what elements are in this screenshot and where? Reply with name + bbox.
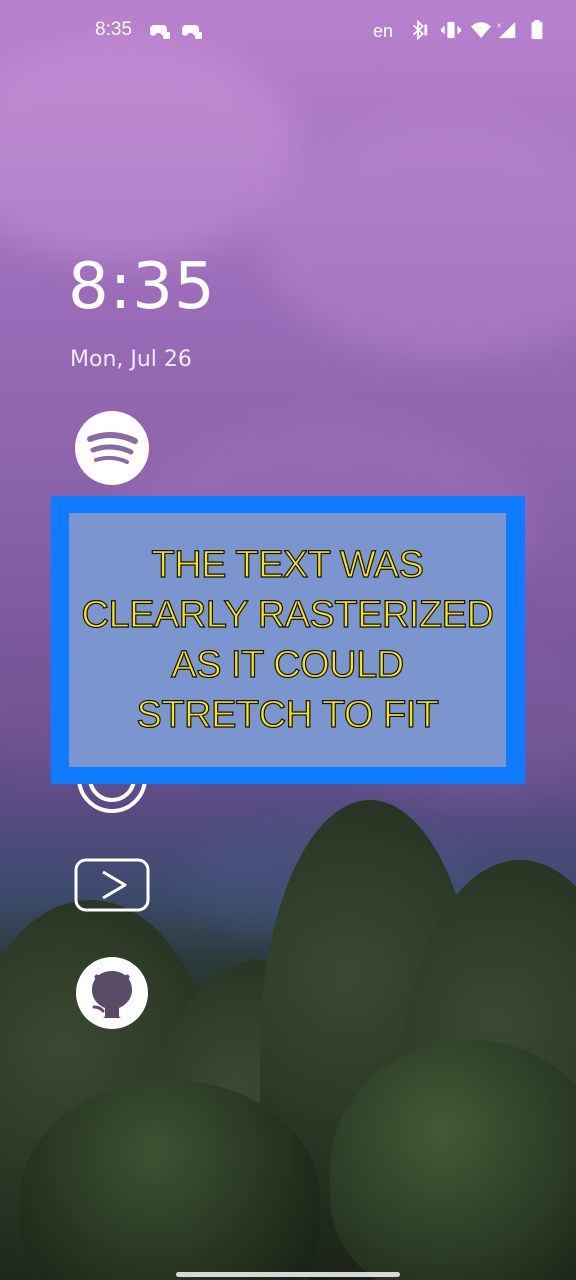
status-time: 8:35 bbox=[95, 19, 132, 40]
lockscreen: 8:35 en x 8:35 Mon, Jul 26 THE TEXT WAS … bbox=[0, 0, 576, 1280]
cloud bbox=[0, 40, 300, 260]
home-indicator[interactable] bbox=[176, 1272, 400, 1277]
caption-panel: THE TEXT WAS CLEARLY RASTERIZED AS IT CO… bbox=[69, 513, 506, 767]
caption-line: CLEARLY RASTERIZED bbox=[81, 593, 495, 636]
svg-text:x: x bbox=[497, 20, 501, 29]
caption-overlay: THE TEXT WAS CLEARLY RASTERIZED AS IT CO… bbox=[51, 496, 525, 784]
game-controller-icon bbox=[150, 25, 170, 39]
caption-line: AS IT COULD bbox=[171, 643, 405, 686]
game-controller-icon bbox=[182, 25, 202, 39]
battery-icon bbox=[531, 20, 543, 40]
status-bar: 8:35 en x bbox=[0, 0, 576, 60]
language-indicator: en bbox=[373, 21, 394, 41]
vibrate-icon bbox=[441, 21, 461, 39]
youtube-icon[interactable] bbox=[74, 848, 150, 924]
lockscreen-date: Mon, Jul 26 bbox=[70, 347, 192, 372]
caption-line: THE TEXT WAS bbox=[151, 543, 425, 586]
lockscreen-clock: 8:35 bbox=[68, 250, 216, 324]
caption-line: STRETCH TO FIT bbox=[136, 693, 440, 736]
cloud bbox=[260, 120, 576, 360]
github-icon[interactable] bbox=[74, 955, 150, 1031]
wifi-icon bbox=[471, 22, 491, 39]
signal-icon: x bbox=[497, 20, 516, 39]
spotify-icon[interactable] bbox=[74, 410, 150, 486]
bluetooth-icon bbox=[412, 20, 428, 40]
